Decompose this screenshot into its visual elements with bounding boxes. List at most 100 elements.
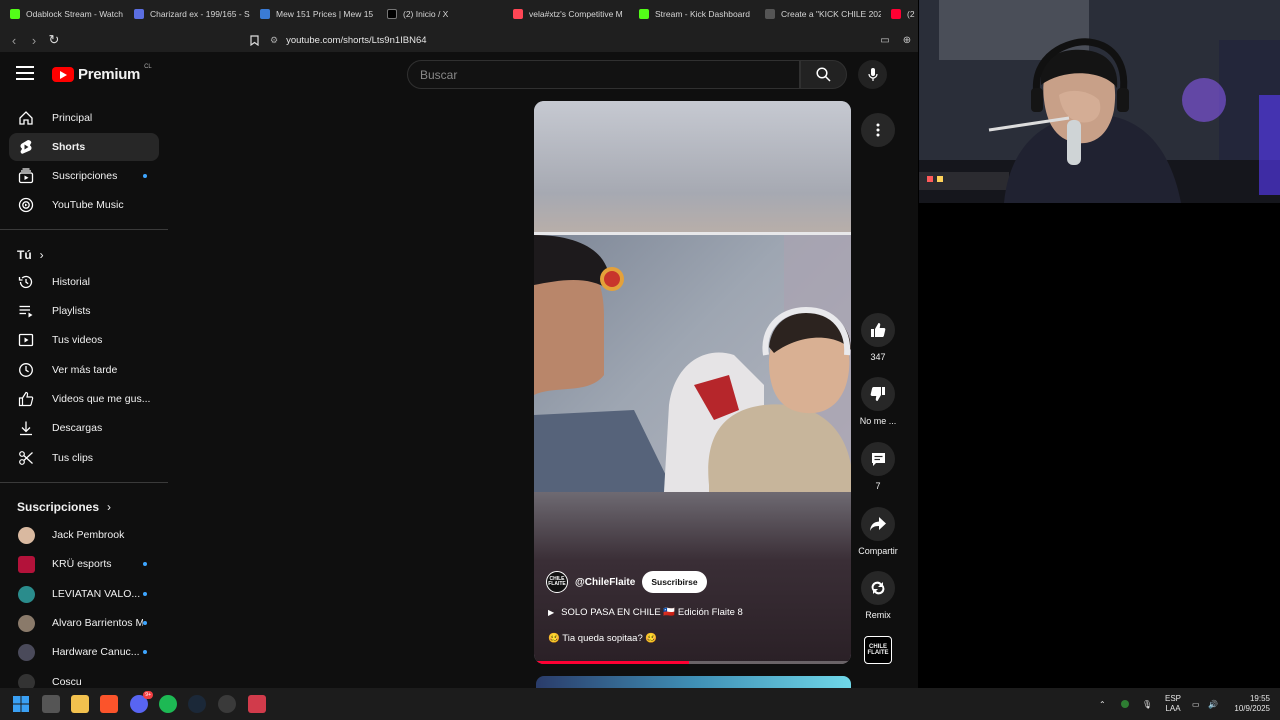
subscription-item[interactable]: Coscu bbox=[9, 668, 159, 688]
sidebar-item-watch-later[interactable]: Ver más tarde bbox=[9, 356, 159, 384]
webcam-overlay bbox=[919, 0, 1280, 203]
search-bar bbox=[407, 60, 847, 89]
sidebar-item-downloads[interactable]: Descargas bbox=[9, 414, 159, 442]
url-field[interactable]: ⚙ youtube.com/shorts/Lts9n1IBN64 bbox=[270, 32, 870, 48]
youtube-header: Premium CL bbox=[0, 52, 918, 96]
task-view-icon[interactable] bbox=[42, 695, 60, 713]
tab-title: Charizard ex - 199/165 - S bbox=[150, 9, 250, 19]
tab-title: vela#xtz's Competitive M bbox=[529, 9, 623, 19]
brave-browser-icon[interactable] bbox=[100, 695, 118, 713]
discord-icon[interactable]: 9+ bbox=[130, 691, 153, 713]
windows-start-icon[interactable] bbox=[12, 695, 30, 713]
subscription-item[interactable]: Alvaro Barrientos M... bbox=[9, 609, 159, 637]
country-code: CL bbox=[144, 63, 152, 70]
youtube-icon bbox=[891, 9, 901, 19]
browser-tab[interactable]: Mew 151 Prices | Mew 15 bbox=[250, 0, 377, 28]
channel-avatar bbox=[18, 614, 35, 632]
reload-button[interactable]: ↻ bbox=[44, 30, 64, 50]
browser-tab-bar: Odablock Stream - Watch Charizard ex - 1… bbox=[0, 0, 918, 28]
sidebar-item-shorts[interactable]: Shorts bbox=[9, 133, 159, 161]
more-vert-icon bbox=[876, 123, 880, 137]
clock[interactable]: 19:55 10/9/2025 bbox=[1228, 688, 1270, 720]
comments-button[interactable] bbox=[861, 442, 895, 476]
riot-client-icon[interactable] bbox=[248, 695, 266, 713]
tab-title: (2) Inicio / X bbox=[403, 9, 449, 19]
sidebar-item-label: Videos que me gus... bbox=[52, 393, 151, 405]
site-settings-icon[interactable]: ⚙ bbox=[270, 35, 278, 46]
subscriptions-section-header[interactable]: Suscripciones › bbox=[17, 500, 111, 514]
menu-icon[interactable] bbox=[16, 66, 34, 80]
thumbs-up-icon bbox=[17, 390, 35, 408]
show-hidden-icons[interactable]: ⌃ bbox=[1099, 688, 1106, 720]
tab-title: Odablock Stream - Watch bbox=[26, 9, 123, 19]
sidebar-item-label: Shorts bbox=[52, 141, 86, 153]
tab-title: Create a "KICK CHILE 2025 bbox=[781, 9, 881, 19]
video-progress-bar[interactable] bbox=[534, 661, 851, 664]
subscription-item[interactable]: LEVIATAN VALO... bbox=[9, 580, 159, 608]
remix-button[interactable] bbox=[861, 571, 895, 605]
youtube-logo-icon bbox=[52, 67, 74, 82]
language-code: ESP bbox=[1165, 694, 1182, 703]
voice-search-button[interactable] bbox=[858, 60, 887, 89]
file-explorer-icon[interactable] bbox=[71, 695, 89, 713]
sidebar-item-your-clips[interactable]: Tus clips bbox=[9, 444, 159, 472]
browser-tab[interactable]: (2) Inicio / X bbox=[377, 0, 503, 28]
address-bar: ‹ › ↻ ⚙ youtube.com/shorts/Lts9n1IBN64 ▭… bbox=[0, 28, 918, 52]
search-button[interactable] bbox=[800, 60, 847, 89]
browser-tab[interactable]: Odablock Stream - Watch bbox=[0, 0, 124, 28]
app-tray-icon[interactable] bbox=[1121, 688, 1129, 720]
playlist-title: SOLO PASA EN CHILE 🇨🇱 Edición Flaite 8 bbox=[561, 607, 743, 618]
steam-icon[interactable] bbox=[188, 695, 206, 713]
scissors-icon bbox=[17, 449, 35, 467]
channel-avatar[interactable]: CHILE FLAITE bbox=[546, 571, 568, 593]
subscription-item[interactable]: KRÜ esports bbox=[9, 550, 159, 578]
playlist-link[interactable]: ▶ SOLO PASA EN CHILE 🇨🇱 Edición Flaite 8 bbox=[548, 607, 743, 618]
search-icon bbox=[816, 67, 831, 82]
sidebar-item-principal[interactable]: Principal bbox=[9, 104, 159, 132]
more-options-button[interactable] bbox=[861, 113, 895, 147]
channel-avatar bbox=[18, 555, 35, 573]
language-indicator[interactable]: ESP LAA bbox=[1165, 688, 1181, 720]
sidebar-item-label: Tus clips bbox=[52, 452, 94, 464]
bookmark-icon[interactable] bbox=[244, 30, 264, 50]
search-input[interactable] bbox=[407, 60, 800, 89]
play-icon: ▶ bbox=[548, 608, 555, 617]
like-count: 347 bbox=[870, 352, 886, 362]
share-button[interactable] bbox=[861, 507, 895, 541]
video-icon bbox=[17, 331, 35, 349]
next-short-preview[interactable] bbox=[536, 676, 851, 688]
channel-name[interactable]: @ChileFlaite bbox=[575, 577, 635, 588]
browser-tab[interactable]: Stream - Kick Dashboard bbox=[629, 0, 755, 28]
app-icon[interactable] bbox=[218, 695, 236, 713]
cast-icon[interactable]: ▭ bbox=[875, 30, 895, 50]
browser-tab[interactable]: vela#xtz's Competitive M bbox=[503, 0, 629, 28]
you-section-header[interactable]: Tú › bbox=[17, 248, 44, 262]
sidebar-item-history[interactable]: Historial bbox=[9, 268, 159, 296]
sidebar-item-your-videos[interactable]: Tus videos bbox=[9, 326, 159, 354]
channel-avatar bbox=[18, 673, 35, 688]
volume-icon[interactable]: 🔊 bbox=[1208, 688, 1218, 720]
subscription-item[interactable]: Jack Pembrook bbox=[9, 521, 159, 549]
back-button[interactable]: ‹ bbox=[4, 30, 24, 50]
like-button[interactable] bbox=[861, 313, 895, 347]
browser-tab[interactable]: (2 bbox=[881, 0, 918, 28]
sidebar-item-liked-videos[interactable]: Videos que me gus... bbox=[9, 385, 159, 413]
music-icon bbox=[17, 196, 35, 214]
sidebar-item-youtube-music[interactable]: YouTube Music bbox=[9, 191, 159, 219]
subscription-item[interactable]: Hardware Canuc... bbox=[9, 638, 159, 666]
browser-tab[interactable]: Create a "KICK CHILE 2025 bbox=[755, 0, 881, 28]
subscribe-button[interactable]: Suscribirse bbox=[642, 571, 707, 593]
forward-button[interactable]: › bbox=[24, 30, 44, 50]
sidebar-item-subscriptions[interactable]: Suscripciones bbox=[9, 162, 159, 190]
network-icon[interactable]: ▭ bbox=[1192, 688, 1200, 720]
microphone-icon[interactable]: 🎙 bbox=[1142, 688, 1152, 720]
short-video-player[interactable]: CHILE FLAITE @ChileFlaite Suscribirse ▶ … bbox=[534, 101, 851, 664]
dislike-button[interactable] bbox=[861, 377, 895, 411]
spotify-icon[interactable] bbox=[159, 695, 177, 713]
youtube-premium-logo[interactable]: Premium CL bbox=[52, 63, 152, 83]
screen: Odablock Stream - Watch Charizard ex - 1… bbox=[0, 0, 1280, 720]
zoom-icon[interactable]: ⊕ bbox=[897, 30, 917, 50]
browser-tab[interactable]: Charizard ex - 199/165 - S bbox=[124, 0, 250, 28]
sidebar-item-playlists[interactable]: Playlists bbox=[9, 297, 159, 325]
sound-thumbnail[interactable]: CHILE FLAITE bbox=[864, 636, 892, 664]
